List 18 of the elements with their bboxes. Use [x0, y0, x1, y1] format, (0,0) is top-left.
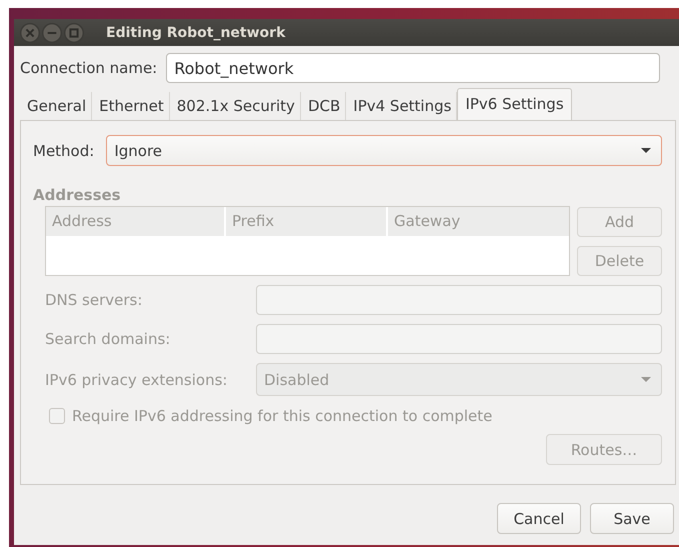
window-title: Editing Robot_network: [106, 24, 286, 40]
method-dropdown[interactable]: Ignore: [106, 135, 662, 166]
dialog-button[interactable]: Cancel: [497, 503, 581, 534]
tab[interactable]: IPv6 Settings: [457, 88, 572, 120]
field-label: Connection name:: [20, 59, 158, 77]
field-label: Method:: [33, 142, 94, 160]
connection-name-field[interactable]: Robot_network: [166, 53, 660, 83]
dropdown-arrow-icon: [641, 377, 651, 382]
dropdown-arrow-icon: [641, 148, 651, 153]
field-label: Search domains:: [45, 330, 172, 348]
minimize-button[interactable]: [42, 22, 62, 42]
section-heading: Addresses: [33, 186, 122, 206]
dialog-button[interactable]: Save: [590, 503, 674, 534]
field-label: IPv6 privacy extensions:: [45, 370, 228, 388]
checkbox-label: Require IPv6 addressing for this connection to complete: [72, 407, 492, 425]
close-button[interactable]: [20, 22, 40, 42]
maximize-button[interactable]: [64, 22, 84, 42]
field-label: DNS servers:: [45, 291, 144, 309]
